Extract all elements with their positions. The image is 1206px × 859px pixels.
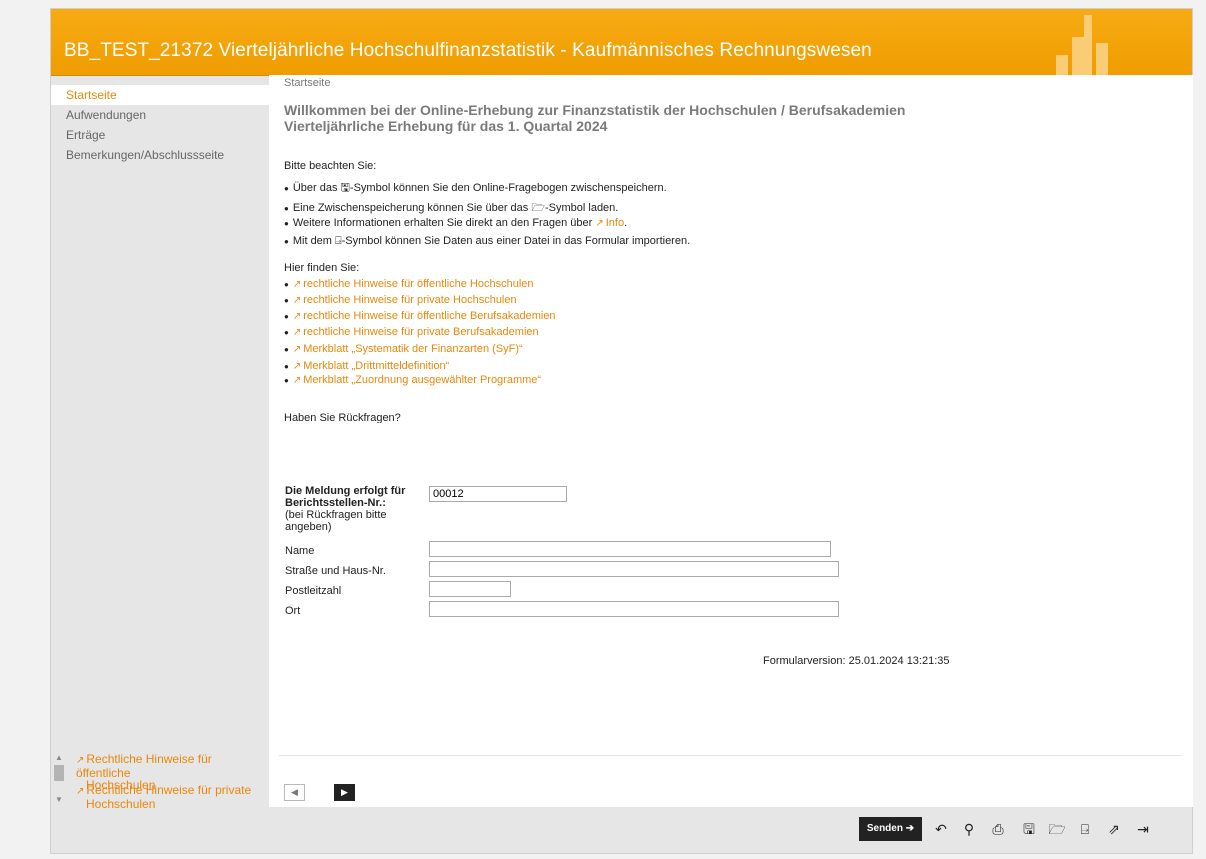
sidebar-scrollbar[interactable]: ▲ ▼: [54, 753, 64, 811]
link-private-berufsakademien[interactable]: ● ↗ rechtliche Hinweise für private Berufs…: [284, 326, 539, 338]
note-load: ● Eine Zwischenspeicherung können Sie übe…: [284, 202, 619, 214]
arrow-right-icon: ➔: [905, 823, 915, 834]
form-version: Formularversion: 25.01.2024 13:21:35: [763, 655, 950, 667]
logout-icon[interactable]: ⇥: [1131, 817, 1155, 841]
sidebar: Startseite Aufwendungen Erträge Bemerkun…: [51, 75, 276, 755]
save-icon[interactable]: 🖫: [1017, 817, 1041, 841]
external-link-icon: ↗: [292, 375, 302, 386]
name-label: Name: [285, 545, 315, 557]
notes-title: Bitte beachten Sie:: [284, 160, 377, 172]
external-link-icon: ↗: [292, 327, 302, 338]
sidebar-item-startseite[interactable]: Startseite: [51, 85, 276, 105]
zip-label: Postleitzahl: [285, 585, 342, 597]
sidebar-item-aufwendungen[interactable]: Aufwendungen: [51, 105, 269, 125]
external-link-icon: ↗: [292, 295, 302, 306]
undo-icon[interactable]: ↶: [929, 817, 953, 841]
note-info: ● Weitere Informationen erhalten Sie dire…: [284, 217, 628, 229]
chevron-left-icon: ◀: [291, 787, 298, 797]
street-input[interactable]: [429, 561, 839, 577]
link-private-hochschulen[interactable]: ● ↗ rechtliche Hinweise für private Hochsc…: [284, 294, 517, 306]
sidebar-item-ertraege[interactable]: Erträge: [51, 125, 269, 145]
save-icon: 🖫: [340, 182, 350, 194]
city-label: Ort: [285, 605, 301, 617]
search-icon[interactable]: ⚲: [957, 817, 981, 841]
note-import: ● Mit dem ⍈-Symbol können Sie Daten aus e…: [284, 235, 691, 247]
divider: [279, 755, 1181, 756]
send-button[interactable]: Senden ➔: [859, 817, 922, 841]
sidebar-link-private-hochschulen[interactable]: ↗ Rechtliche Hinweise für private Hochsch…: [76, 784, 251, 810]
link-merkblatt-syf[interactable]: ● ↗ Merkblatt „Systematik der Finanzarten …: [284, 343, 523, 355]
link-oeffentliche-hochschulen[interactable]: ● ↗ rechtliche Hinweise für öffentliche Ho…: [284, 278, 534, 290]
report-number-input[interactable]: [429, 486, 567, 502]
sidebar-item-bemerkungen[interactable]: Bemerkungen/Abschlussseite: [51, 145, 269, 165]
city-input[interactable]: [429, 601, 839, 617]
scroll-down-icon[interactable]: ▼: [54, 795, 64, 804]
app-title: BB_TEST_21372 Vierteljährliche Hochschul…: [64, 40, 872, 61]
info-link[interactable]: ↗ Info: [595, 217, 624, 229]
name-input[interactable]: [429, 541, 831, 557]
main-content: Startseite Willkommen bei der Online-Erh…: [269, 75, 1193, 807]
external-link-icon: ↗: [292, 361, 302, 372]
scroll-thumb[interactable]: [54, 765, 64, 781]
page-title: Willkommen bei der Online-Erhebung zur F…: [284, 102, 906, 134]
share-icon[interactable]: ⇗: [1102, 817, 1126, 841]
street-label: Straße und Haus-Nr.: [285, 565, 386, 577]
previous-page-button[interactable]: ◀: [284, 784, 305, 801]
external-link-icon: ↗: [292, 311, 302, 322]
next-page-button[interactable]: ▶: [334, 784, 355, 801]
find-title: Hier finden Sie:: [284, 262, 360, 274]
report-number-label: Die Meldung erfolgt für Berichtsstellen-…: [285, 485, 406, 533]
logo-icon: [1056, 15, 1108, 75]
pdf-preview-icon[interactable]: ⎙: [986, 817, 1010, 841]
external-link-icon: ↗: [595, 218, 604, 229]
sidebar-quick-links: ▲ ▼ ↗ Rechtliche Hinweise für öffentliche…: [51, 753, 269, 813]
link-oeffentliche-berufsakademien[interactable]: ● ↗ rechtliche Hinweise für öffentliche Be…: [284, 310, 556, 322]
chevron-right-icon: ▶: [341, 787, 348, 797]
link-merkblatt-drittmittel[interactable]: ● ↗ Merkblatt „Drittmitteldefinition“: [284, 360, 449, 372]
link-merkblatt-programme[interactable]: ● ↗ Merkblatt „Zuordnung ausgewählter Prog…: [284, 374, 541, 386]
external-link-icon: ↗: [76, 786, 85, 797]
app-window: BB_TEST_21372 Vierteljährliche Hochschul…: [50, 8, 1193, 854]
external-link-icon: ↗: [292, 344, 302, 355]
note-save: ● Über das 🖫-Symbol können Sie den Online…: [284, 182, 667, 194]
header-bar: BB_TEST_21372 Vierteljährliche Hochschul…: [51, 9, 1192, 76]
import-icon[interactable]: ⍈: [1073, 817, 1097, 841]
questions-heading: Haben Sie Rückfragen?: [284, 412, 401, 423]
import-icon: ⍈: [335, 235, 342, 247]
zip-input[interactable]: [429, 581, 511, 597]
open-folder-icon: 🗁: [531, 202, 545, 214]
breadcrumb: Startseite: [284, 77, 331, 89]
open-folder-icon[interactable]: 🗁: [1045, 817, 1069, 841]
external-link-icon: ↗: [292, 279, 302, 290]
external-link-icon: ↗: [76, 755, 85, 766]
scroll-up-icon[interactable]: ▲: [54, 753, 64, 762]
